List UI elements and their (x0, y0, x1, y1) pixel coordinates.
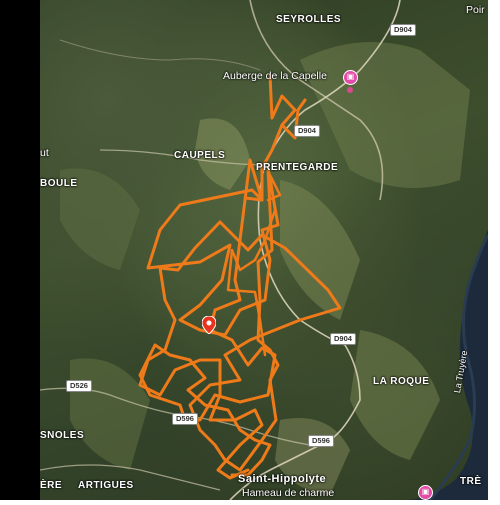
place-label-artigues: ARTIGUES (78, 480, 134, 491)
place-label-auberge: Auberge de la Capelle (223, 70, 327, 82)
road-shield-d596: D596 (172, 413, 198, 425)
place-label-poir: Poir (466, 4, 485, 16)
right-edge-bar (488, 0, 500, 500)
hotel-icon[interactable]: ▣ (343, 70, 358, 85)
terrain-patches (60, 42, 470, 495)
place-label-tre: TRÈ (460, 476, 482, 487)
road-shield-d526: D526 (66, 380, 92, 392)
place-label-ut: ut (40, 147, 49, 159)
place-label-saint-hippolyte: Saint-Hippolyte (238, 473, 327, 485)
road-shield-d904: D904 (390, 24, 416, 36)
poi-dot (347, 87, 353, 93)
satellite-map[interactable]: SEYROLLES Auberge de la Capelle CAUPELS … (40, 0, 488, 500)
road-shield-d596: D596 (308, 435, 334, 447)
place-label-boule: BOULE (40, 178, 78, 189)
place-label-caupels: CAUPELS (174, 150, 226, 161)
left-black-bar (0, 0, 40, 500)
place-label-hameau-de-charme: Hameau de charme (242, 487, 335, 499)
map-pin-icon[interactable] (202, 316, 216, 334)
place-label-la-roque: LA ROQUE (373, 376, 430, 387)
bottom-edge-bar (0, 500, 500, 505)
place-label-prentegarde: PRENTEGARDE (256, 162, 339, 173)
place-label-ere: ÈRE (40, 480, 63, 491)
place-label-snoles: SNOLES (40, 430, 85, 441)
road-shield-d904: D904 (294, 125, 320, 137)
place-label-seyrolles: SEYROLLES (276, 14, 342, 25)
hotel-icon[interactable]: ▣ (418, 485, 433, 500)
road-shield-d904: D904 (330, 333, 356, 345)
